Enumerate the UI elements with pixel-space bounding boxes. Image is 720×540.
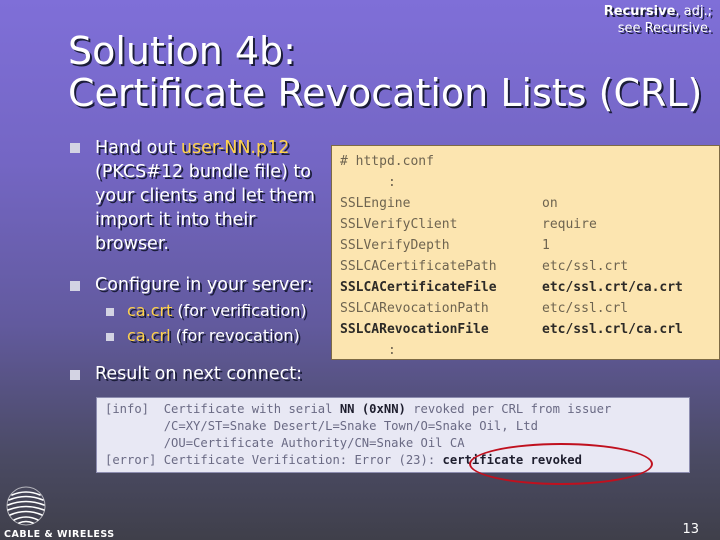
sub-bullet-ca-crl: ca.crl (for revocation)	[127, 325, 300, 347]
config-header: # httpd.conf	[340, 154, 434, 169]
page-number: 13	[682, 522, 699, 537]
sub-bullet-square-icon	[106, 308, 114, 316]
bullet-configure: Configure in your server:	[95, 275, 313, 295]
title-line1: Solution 4b:	[68, 29, 296, 73]
config-row: SSLVerifyClient require	[340, 217, 597, 232]
bullet1-line2: (PKCS#12 bundle file) to	[95, 162, 311, 182]
config-ellipsis-bottom: :	[388, 343, 396, 358]
config-ellipsis-top: :	[388, 175, 396, 190]
bullet-square-icon	[70, 370, 80, 380]
config-row-highlight: SSLCACertificateFile etc/ssl.crt/ca.crt	[340, 280, 683, 295]
sub1-file: ca.crt	[127, 301, 173, 320]
bullet1-line3: your clients and let them	[95, 186, 315, 206]
config-row: SSLCACertificatePath etc/ssl.crt	[340, 259, 629, 274]
log-line1: [info] Certificate with serial NN (0xNN)…	[105, 402, 612, 416]
sub2-note: (for revocation)	[170, 326, 300, 345]
config-row-highlight: SSLCARevocationFile etc/ssl.crl/ca.crl	[340, 322, 683, 337]
bullet1-prefix: Hand out	[95, 138, 181, 158]
annotation-circle	[469, 443, 653, 485]
log-line2: /C=XY/ST=Snake Desert/L=Snake Town/O=Sna…	[105, 419, 538, 433]
sub2-file: ca.crl	[127, 326, 171, 345]
httpd-conf-box: # httpd.conf : SSLEngine on SSLVerifyClie…	[331, 145, 720, 360]
title-line2: Certificate Revocation Lists (CRL)	[68, 71, 703, 115]
config-row: SSLVerifyDepth 1	[340, 238, 550, 253]
config-row: SSLCARevocationPath etc/ssl.crl	[340, 301, 629, 316]
slide: Recursive, adj.; see Recursive. Solution…	[0, 0, 720, 540]
sub1-note: (for verification)	[172, 301, 307, 320]
bullet-square-icon	[70, 143, 80, 153]
company-name: CABLE & WIRELESS	[4, 529, 115, 540]
globe-logo-icon	[6, 486, 46, 526]
config-row: SSLEngine on	[340, 196, 558, 211]
bullet1-line4: import it into their	[95, 210, 256, 230]
bullet1-line5: browser.	[95, 234, 169, 254]
bullet-result: Result on next connect:	[95, 364, 302, 384]
bullet-square-icon	[70, 281, 80, 291]
bullet1-highlight: user-NN.p12	[180, 138, 290, 158]
bullet-hand-out: Hand out user-NN.p12 (PKCS#12 bundle fil…	[95, 136, 315, 256]
quote-suffix: , adj.;	[675, 4, 712, 19]
slide-title: Solution 4b: Certificate Revocation List…	[68, 30, 708, 114]
sub-bullet-square-icon	[106, 333, 114, 341]
sub-bullet-ca-crt: ca.crt (for verification)	[127, 300, 307, 322]
quote-word: Recursive	[603, 4, 676, 19]
